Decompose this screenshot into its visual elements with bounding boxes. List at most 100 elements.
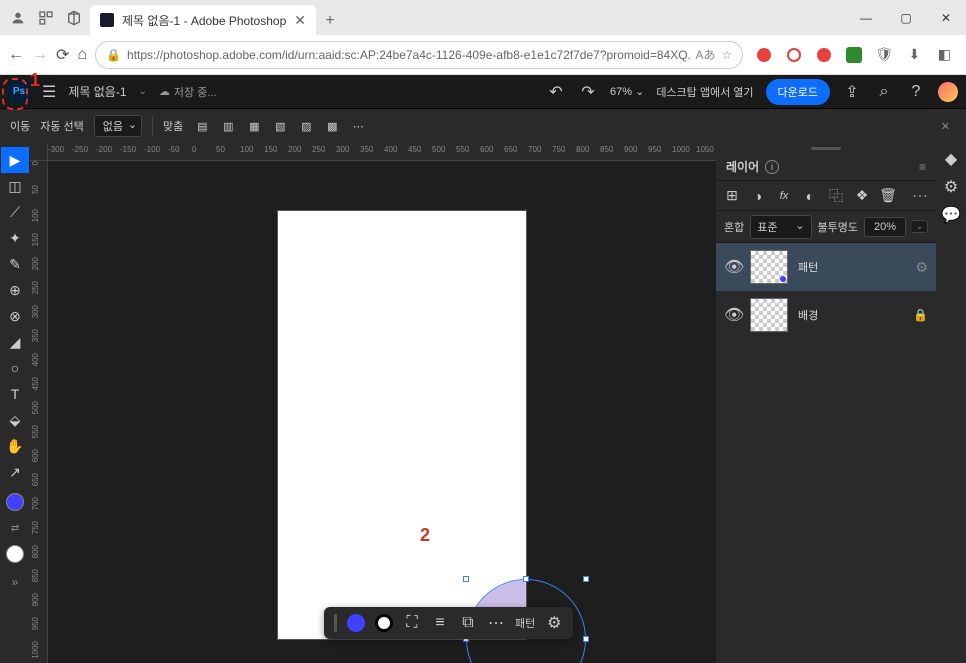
wand-tool[interactable]: ✦ (1, 225, 29, 251)
shape-options-bar[interactable]: ⛶ ≡ ⧉ ⋯ 패턴 ⚙ (324, 607, 573, 639)
artboard[interactable] (278, 211, 526, 639)
reader-icon[interactable]: Aあ (696, 46, 716, 63)
fx-icon[interactable]: fx (776, 190, 792, 202)
adjustment-icon[interactable]: ◐ (802, 188, 818, 204)
stroke-options-icon[interactable]: ≡ (431, 614, 449, 632)
add-layer-icon[interactable]: ⊞ (724, 187, 740, 204)
profile-icon[interactable] (10, 10, 26, 26)
drag-grip[interactable] (334, 614, 337, 632)
url-input[interactable]: 🔒 https://photoshop.adobe.com/id/urn:aai… (95, 41, 743, 69)
download-icon[interactable]: ⬇ (901, 42, 927, 68)
new-tab-button[interactable]: + (316, 7, 344, 35)
layer-tools-more-icon[interactable]: ⋯ (912, 186, 928, 206)
window-minimize[interactable]: — (846, 3, 886, 33)
foreground-color[interactable] (1, 489, 29, 515)
tab-close-icon[interactable]: ✕ (294, 12, 306, 29)
clone-tool[interactable]: ⊗ (1, 303, 29, 329)
layer-row[interactable]: 👁 배경 🔒 (716, 291, 936, 339)
move-tool[interactable]: ▶ (1, 147, 29, 173)
ext-shield-icon[interactable]: 🛡 (871, 42, 897, 68)
opacity-chevron[interactable]: ⌄ (912, 220, 928, 233)
ps-logo[interactable]: Ps (8, 81, 30, 103)
hand-tool[interactable]: ✋ (1, 433, 29, 459)
zoom-level[interactable]: 67% ⌄ (610, 85, 644, 98)
properties-panel-icon[interactable]: ◆ (941, 149, 961, 169)
resize-handle[interactable] (583, 576, 589, 582)
chevron-down-icon[interactable]: ⌄ (139, 86, 147, 97)
resize-handle[interactable] (583, 636, 589, 642)
avatar[interactable] (938, 82, 958, 102)
eyedropper-tool[interactable]: ↗ (1, 459, 29, 485)
layer-row[interactable]: 👁 패턴 ⚙ (716, 243, 936, 291)
background-color[interactable] (1, 541, 29, 567)
group-icon[interactable]: ⿻ (828, 186, 844, 206)
layer-name[interactable]: 배경 (798, 307, 818, 323)
auto-select-dropdown[interactable]: 없음 (94, 115, 142, 137)
adjustments-panel-icon[interactable]: ⚙ (941, 177, 961, 197)
layer-adjust-icon[interactable]: ⚙ (915, 259, 928, 276)
comments-panel-icon[interactable]: 💬 (941, 205, 961, 225)
mask-icon[interactable]: ◑ (750, 188, 766, 204)
align-center-v-icon[interactable]: ▨ (297, 117, 315, 135)
layer-thumbnail[interactable] (750, 250, 788, 284)
open-desktop-link[interactable]: 데스크탑 앱에서 열기 (656, 84, 753, 100)
healing-tool[interactable]: ⊕ (1, 277, 29, 303)
hamburger-menu[interactable]: ☰ (42, 82, 56, 102)
align-left-icon[interactable]: ▤ (193, 117, 211, 135)
lock-icon[interactable]: 🔒 (913, 308, 928, 322)
panel-drag-handle[interactable] (716, 143, 936, 153)
home-button[interactable]: ⌂ (77, 41, 87, 69)
type-tool[interactable]: T (1, 381, 29, 407)
lasso-tool[interactable]: ⟋ (1, 199, 29, 225)
redo-button[interactable]: ↷ (578, 82, 598, 102)
ext-icon[interactable] (751, 42, 777, 68)
back-button[interactable]: ← (8, 41, 24, 69)
resize-handle[interactable] (523, 576, 529, 582)
favorites-icon[interactable]: ☆ (961, 42, 966, 68)
share-icon[interactable]: ⇪ (842, 82, 862, 102)
workspace-icon[interactable] (38, 10, 54, 26)
align-top-icon[interactable]: ▧ (271, 117, 289, 135)
align-center-h-icon[interactable]: ▥ (219, 117, 237, 135)
cube-icon[interactable] (66, 10, 82, 26)
browser-tab[interactable]: 제목 없음-1 - Adobe Photoshop ✕ (90, 5, 316, 35)
sidebar-icon[interactable]: ◧ (931, 42, 957, 68)
align-bottom-icon[interactable]: ▩ (323, 117, 341, 135)
info-icon[interactable]: i (765, 160, 779, 174)
marquee-tool[interactable]: ◫ (1, 173, 29, 199)
more-icon[interactable]: ⋯ (487, 613, 505, 633)
canvas-area[interactable]: -300-250-200-150-100-5005010015020025030… (30, 143, 716, 663)
download-button[interactable]: 다운로드 (766, 79, 830, 105)
fill-color-swatch[interactable] (347, 614, 365, 632)
window-maximize[interactable]: ▢ (886, 3, 926, 33)
window-close[interactable]: ✕ (926, 3, 966, 33)
layer-thumbnail[interactable] (750, 298, 788, 332)
adjust-icon[interactable]: ⚙ (545, 613, 563, 633)
eraser-tool[interactable]: ◢ (1, 329, 29, 355)
resize-handle[interactable] (463, 576, 469, 582)
transform-icon[interactable]: ⛶ (403, 614, 421, 632)
swap-colors-icon[interactable]: ⇄ (1, 515, 29, 541)
help-icon[interactable]: ? (906, 83, 926, 101)
refresh-button[interactable]: ⟳ (56, 41, 69, 69)
ext-icon[interactable] (811, 42, 837, 68)
shape-tool[interactable]: ○ (1, 355, 29, 381)
more-options-icon[interactable]: ⋯ (349, 117, 367, 135)
star-icon[interactable]: ☆ (722, 48, 733, 62)
pen-tool[interactable]: ⬙ (1, 407, 29, 433)
document-title[interactable]: 제목 없음-1 (68, 83, 126, 100)
brush-tool[interactable]: ✎ (1, 251, 29, 277)
ext-icon[interactable] (781, 42, 807, 68)
visibility-toggle[interactable]: 👁 (724, 305, 740, 325)
stroke-color-swatch[interactable] (375, 614, 393, 632)
search-icon[interactable]: ⌕ (874, 83, 894, 101)
blend-mode-dropdown[interactable]: 표준⌄ (750, 215, 811, 239)
arrange-icon[interactable]: ⧉ (459, 614, 477, 632)
delete-layer-icon[interactable]: 🗑 (880, 187, 896, 204)
undo-button[interactable]: ↶ (546, 82, 566, 102)
ext-icon[interactable] (841, 42, 867, 68)
layer-name[interactable]: 패턴 (798, 259, 818, 275)
expand-tools-icon[interactable]: » (12, 575, 19, 589)
panel-menu-icon[interactable]: ≡ (919, 160, 926, 174)
close-options-icon[interactable]: ✕ (941, 120, 956, 133)
